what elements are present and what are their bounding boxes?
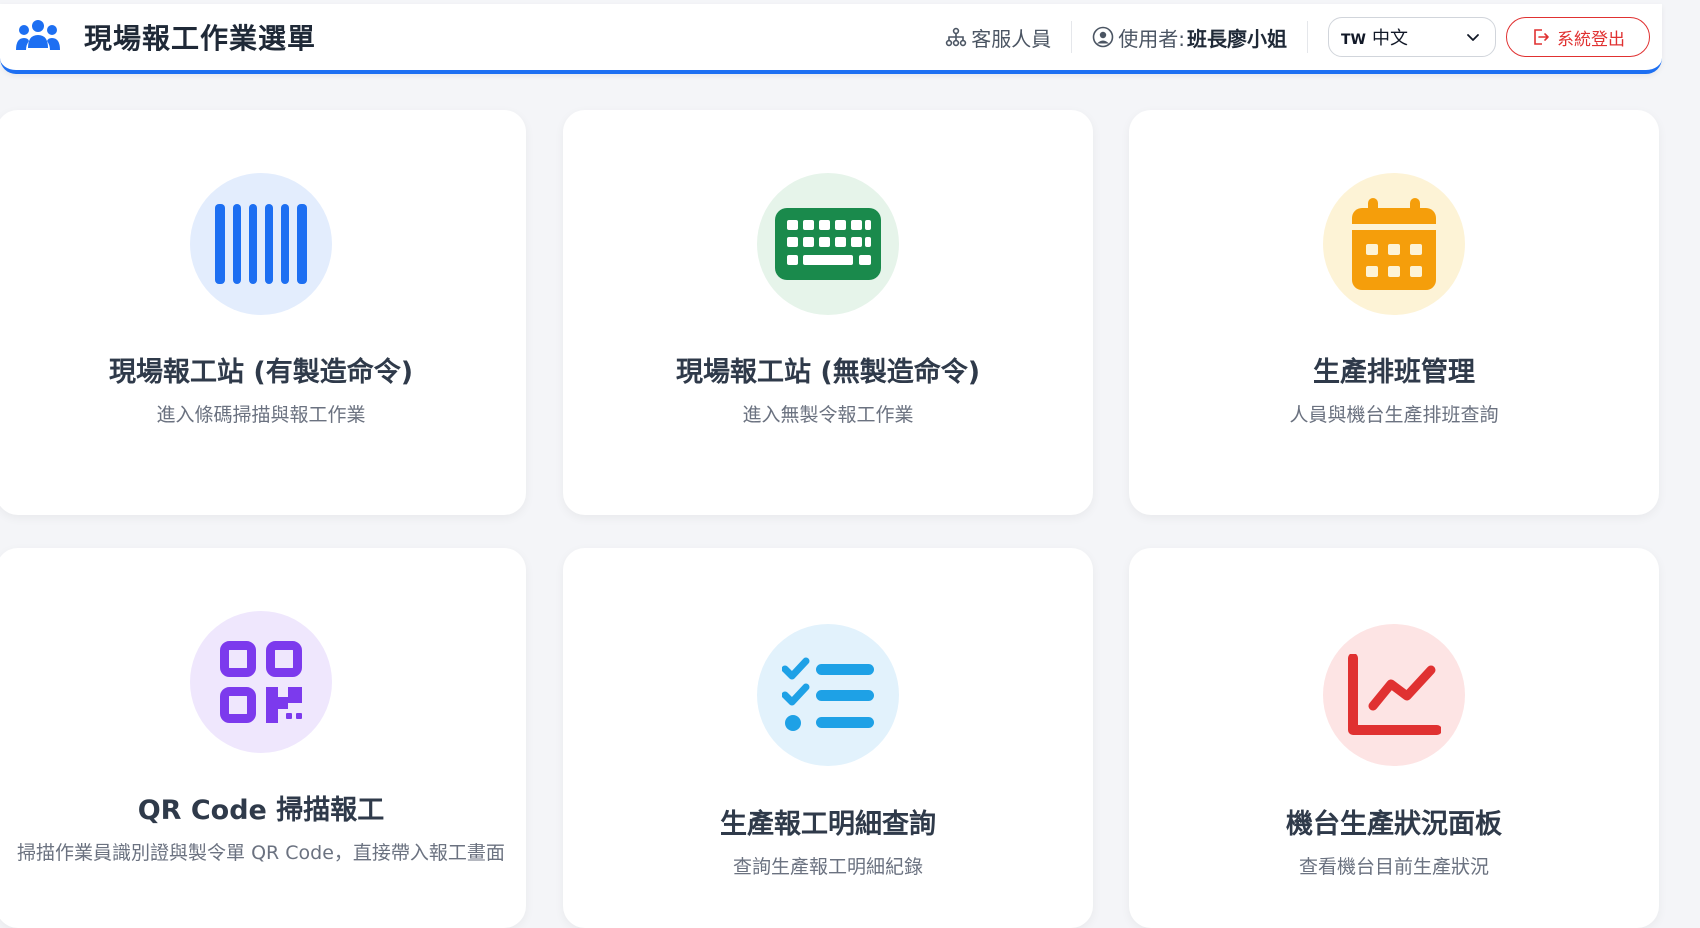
icon-badge [190, 611, 332, 753]
card-report-without-order[interactable]: 現場報工站 (無製造命令) 進入無製令報工作業 [563, 110, 1093, 515]
keyboard-icon [775, 208, 881, 280]
people-group-icon [16, 20, 60, 50]
card-description: 進入無製令報工作業 [742, 404, 914, 426]
card-description: 掃描作業員識別證與製令單 QR Code，直接帶入報工畫面 [17, 842, 505, 864]
support-link[interactable]: 客服人員 [945, 23, 1051, 52]
language-flag: TW [1341, 32, 1366, 48]
card-title: 生產排班管理 [1313, 357, 1475, 388]
barcode-icon [215, 204, 307, 284]
support-label: 客服人員 [971, 26, 1052, 51]
logout-label: 系統登出 [1557, 29, 1625, 50]
divider [1307, 21, 1308, 53]
header-actions: 客服人員 使用者: 班長廖小姐 TW 中文 系統登出 [945, 14, 1650, 60]
page-title: 現場報工作業選單 [84, 22, 317, 55]
card-description: 人員與機台生產排班查詢 [1289, 404, 1499, 426]
icon-badge [1323, 173, 1465, 315]
language-value: TW 中文 [1341, 24, 1408, 50]
card-title: 生產報工明細查詢 [720, 809, 936, 840]
qr-code-icon [220, 641, 302, 723]
card-title: QR Code 掃描報工 [137, 795, 385, 826]
chevron-down-icon [1467, 34, 1479, 41]
card-title: 機台生產狀況面板 [1286, 809, 1502, 840]
calendar-icon [1352, 198, 1436, 290]
card-description: 查詢生產報工明細紀錄 [732, 856, 923, 878]
language-select[interactable]: TW 中文 [1328, 17, 1496, 57]
icon-badge [757, 173, 899, 315]
card-title: 現場報工站 (無製造命令) [675, 357, 981, 388]
card-title: 現場報工站 (有製造命令) [108, 357, 414, 388]
card-qr-report[interactable]: QR Code 掃描報工 掃描作業員識別證與製令單 QR Code，直接帶入報工… [0, 548, 526, 928]
brand: 現場報工作業選單 [14, 14, 316, 60]
user-prefix: 使用者: [1118, 26, 1185, 51]
logout-button[interactable]: 系統登出 [1506, 17, 1650, 57]
card-report-details[interactable]: 生產報工明細查詢 查詢生產報工明細紀錄 [563, 548, 1093, 928]
user-circle-icon [1092, 26, 1114, 48]
user-name: 班長廖小姐 [1187, 26, 1287, 51]
icon-badge [1323, 624, 1465, 766]
org-chart-icon [946, 27, 967, 47]
divider [1071, 21, 1073, 53]
icon-badge [190, 173, 332, 315]
logout-icon [1534, 29, 1549, 45]
top-header: 現場報工作業選單 客服人員 使用者: 班長廖小姐 TW 中文 系統登出 [0, 4, 1662, 74]
icon-badge [757, 624, 899, 766]
card-description: 查看機台目前生產狀況 [1298, 856, 1489, 878]
user-info: 使用者: 班長廖小姐 [1092, 23, 1287, 52]
checklist-icon [782, 657, 874, 731]
card-machine-dashboard[interactable]: 機台生產狀況面板 查看機台目前生產狀況 [1129, 548, 1659, 928]
card-description: 進入條碼掃描與報工作業 [156, 404, 366, 426]
card-report-with-order[interactable]: 現場報工站 (有製造命令) 進入條碼掃描與報工作業 [0, 110, 526, 515]
language-selected: 中文 [1372, 28, 1408, 49]
card-production-schedule[interactable]: 生產排班管理 人員與機台生產排班查詢 [1129, 110, 1659, 515]
line-chart-icon [1348, 654, 1441, 735]
